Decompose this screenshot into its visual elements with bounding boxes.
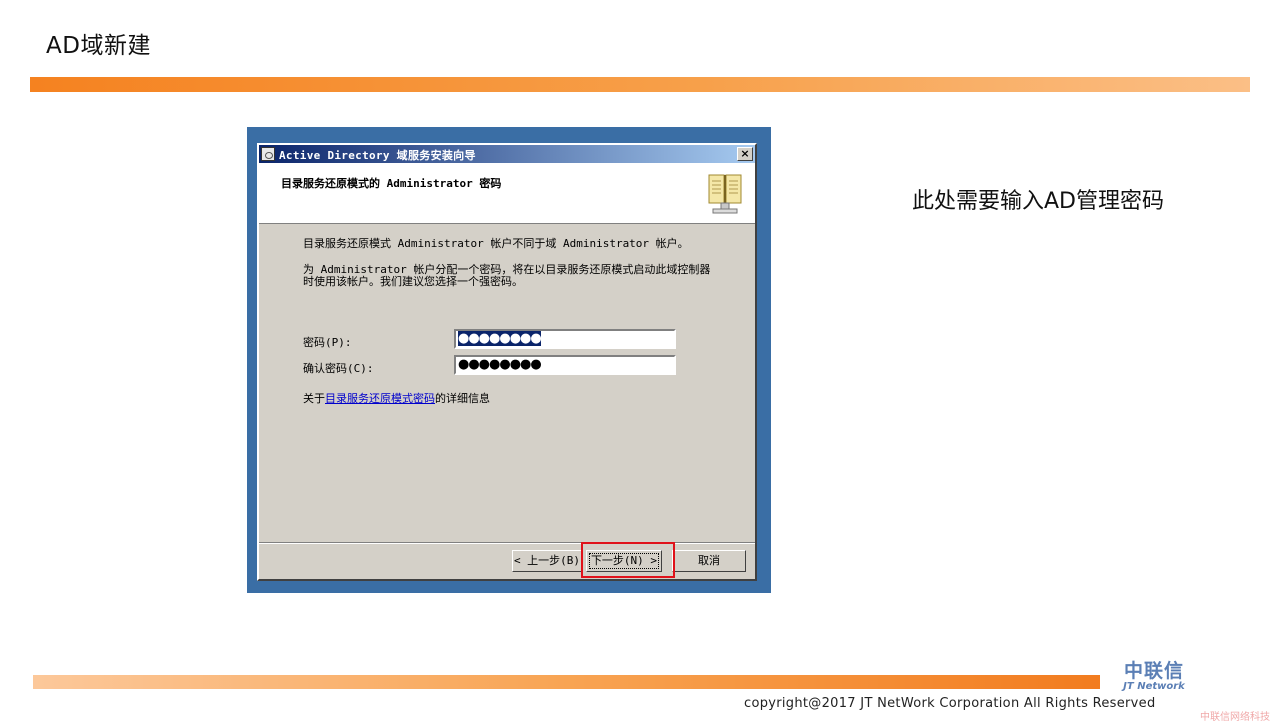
app-icon <box>261 147 275 161</box>
logo-sub-text: JT Network <box>1123 681 1185 692</box>
wizard-content: 目录服务还原模式 Administrator 帐户不同于域 Administra… <box>259 224 755 542</box>
help-link[interactable]: 目录服务还原模式密码 <box>325 392 435 405</box>
wizard-page-title: 目录服务还原模式的 Administrator 密码 <box>281 177 502 190</box>
window-titlebar[interactable]: Active Directory 域服务安装向导 × <box>259 145 755 163</box>
password-label: 密码(P): <box>303 336 352 349</box>
help-line: 关于目录服务还原模式密码的详细信息 <box>303 390 490 406</box>
cancel-button[interactable]: 取消 <box>672 550 746 572</box>
instruction-note: 此处需要输入AD管理密码 <box>912 189 1164 214</box>
next-button-highlight <box>581 542 675 578</box>
button-separator <box>259 542 755 544</box>
info-text-2: 为 Administrator 帐户分配一个密码，将在以目录服务还原模式启动此域… <box>303 263 711 288</box>
password-value: ●●●●●●●● <box>458 331 542 346</box>
window-title: Active Directory 域服务安装向导 <box>279 149 476 162</box>
help-suffix: 的详细信息 <box>435 392 490 405</box>
confirm-password-label: 确认密码(C): <box>303 362 374 375</box>
help-prefix: 关于 <box>303 392 325 405</box>
footer-accent-bar <box>33 675 1100 689</box>
wizard-window: Active Directory 域服务安装向导 × 目录服务还原模式的 Adm… <box>257 143 757 581</box>
password-field[interactable]: ●●●●●●●● <box>454 329 676 349</box>
back-button[interactable]: < 上一步(B) <box>512 550 582 572</box>
watermark-text: 中联信网络科技 <box>1200 712 1270 723</box>
screenshot-frame: Active Directory 域服务安装向导 × 目录服务还原模式的 Adm… <box>247 127 771 593</box>
book-icon <box>708 174 742 214</box>
slide-title: AD域新建 <box>46 33 151 59</box>
company-logo: 中联信 JT Network <box>1104 660 1204 692</box>
confirm-password-field[interactable]: ●●●●●●●● <box>454 355 676 375</box>
info-text-1: 目录服务还原模式 Administrator 帐户不同于域 Administra… <box>303 237 689 250</box>
confirm-password-value: ●●●●●●●● <box>458 357 542 372</box>
wizard-header: 目录服务还原模式的 Administrator 密码 <box>259 163 755 224</box>
copyright-text: copyright@2017 JT NetWork Corporation Al… <box>744 696 1156 711</box>
header-accent-bar <box>30 77 1250 92</box>
close-button[interactable]: × <box>737 147 753 161</box>
logo-main-text: 中联信 <box>1123 660 1184 682</box>
